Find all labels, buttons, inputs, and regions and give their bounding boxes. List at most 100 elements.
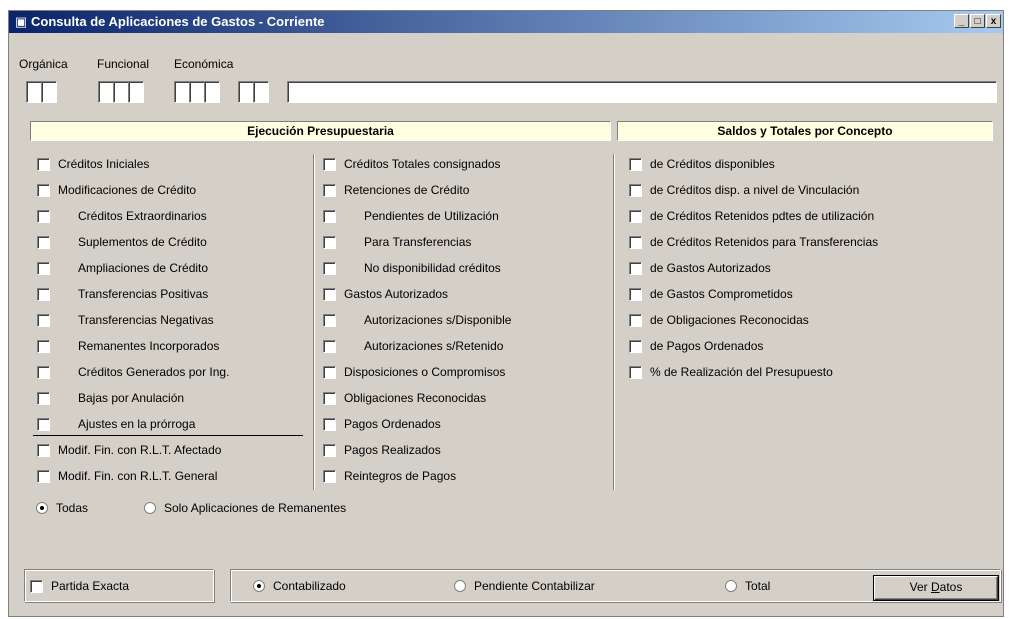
funcional-digit-3[interactable] (128, 81, 144, 103)
checkbox[interactable] (37, 287, 50, 301)
close-button[interactable]: x (986, 14, 1001, 28)
checkbox-row[interactable]: % de Realización del Presupuesto (629, 364, 833, 380)
checkbox[interactable] (629, 313, 642, 327)
checkbox[interactable] (323, 391, 336, 405)
economica-digit-3[interactable] (204, 81, 220, 103)
checkbox[interactable] (37, 183, 50, 197)
checkbox-row[interactable]: Créditos Generados por Ing. (37, 364, 229, 380)
checkbox-row[interactable]: Retenciones de Crédito (323, 182, 469, 198)
radio-contabilizado-circle[interactable] (253, 580, 265, 592)
checkbox-row[interactable]: Modif. Fin. con R.L.T. General (37, 468, 217, 484)
checkbox[interactable] (323, 261, 336, 275)
checkbox-row[interactable]: Autorizaciones s/Disponible (323, 312, 511, 328)
funcional-digit-1[interactable] (98, 81, 114, 103)
ver-datos-button[interactable]: Ver Datos (873, 575, 999, 601)
checkbox[interactable] (629, 157, 642, 171)
checkbox[interactable] (37, 261, 50, 275)
checkbox-row[interactable]: Créditos Totales consignados (323, 156, 501, 172)
checkbox-row[interactable]: Ampliaciones de Crédito (37, 260, 208, 276)
checkbox[interactable] (323, 235, 336, 249)
checkbox[interactable] (629, 339, 642, 353)
checkbox-row[interactable]: Créditos Iniciales (37, 156, 149, 172)
checkbox-row[interactable]: Pendientes de Utilización (323, 208, 499, 224)
radio-todas[interactable]: Todas (36, 500, 88, 516)
checkbox[interactable] (323, 183, 336, 197)
radio-remanentes-circle[interactable] (144, 502, 156, 514)
radio-pendiente-circle[interactable] (454, 580, 466, 592)
checkbox-row[interactable]: Gastos Autorizados (323, 286, 448, 302)
radio-contabilizado[interactable]: Contabilizado (253, 578, 346, 594)
checkbox[interactable] (629, 209, 642, 223)
checkbox-row[interactable]: de Gastos Autorizados (629, 260, 771, 276)
organica-digit-2[interactable] (41, 81, 57, 103)
checkbox[interactable] (323, 469, 336, 483)
checkbox-row[interactable]: Autorizaciones s/Retenido (323, 338, 503, 354)
checkbox[interactable] (37, 443, 50, 457)
checkbox-row[interactable]: Para Transferencias (323, 234, 471, 250)
checkbox[interactable] (37, 417, 50, 431)
checkbox-row[interactable]: Remanentes Incorporados (37, 338, 219, 354)
description-field[interactable] (287, 81, 997, 103)
checkbox-row[interactable]: Disposiciones o Compromisos (323, 364, 505, 380)
checkbox-row[interactable]: de Créditos disp. a nivel de Vinculación (629, 182, 859, 198)
economica-digit-1[interactable] (174, 81, 190, 103)
checkbox-row[interactable]: de Gastos Comprometidos (629, 286, 793, 302)
maximize-button[interactable]: □ (970, 14, 985, 28)
checkbox[interactable] (323, 417, 336, 431)
checkbox[interactable] (37, 339, 50, 353)
economica-sub-digit-1[interactable] (238, 81, 254, 103)
radio-total-circle[interactable] (725, 580, 737, 592)
checkbox-row[interactable]: de Pagos Ordenados (629, 338, 763, 354)
checkbox-row[interactable]: Reintegros de Pagos (323, 468, 456, 484)
checkbox[interactable] (323, 157, 336, 171)
checkbox-row[interactable]: Pagos Ordenados (323, 416, 441, 432)
checkbox-row[interactable]: de Créditos Retenidos para Transferencia… (629, 234, 878, 250)
checkbox-label: Pendientes de Utilización (364, 209, 499, 223)
checkbox-row[interactable]: Modificaciones de Crédito (37, 182, 196, 198)
checkbox[interactable] (323, 339, 336, 353)
economica-digit-2[interactable] (189, 81, 205, 103)
checkbox-row[interactable]: No disponibilidad créditos (323, 260, 501, 276)
checkbox[interactable] (629, 235, 642, 249)
radio-pendiente[interactable]: Pendiente Contabilizar (454, 578, 595, 594)
checkbox[interactable] (323, 209, 336, 223)
funcional-digit-2[interactable] (113, 81, 129, 103)
checkbox[interactable] (629, 261, 642, 275)
checkbox-row[interactable]: Transferencias Negativas (37, 312, 214, 328)
checkbox[interactable] (323, 313, 336, 327)
checkbox-row[interactable]: de Obligaciones Reconocidas (629, 312, 809, 328)
checkbox-row[interactable]: Modif. Fin. con R.L.T. Afectado (37, 442, 221, 458)
checkbox-row[interactable]: Transferencias Positivas (37, 286, 208, 302)
checkbox-row[interactable]: de Créditos Retenidos pdtes de utilizaci… (629, 208, 874, 224)
checkbox[interactable] (629, 287, 642, 301)
checkbox-row[interactable]: Suplementos de Crédito (37, 234, 207, 250)
checkbox-label: de Créditos disponibles (650, 157, 775, 171)
minimize-button[interactable]: _ (954, 14, 969, 28)
checkbox[interactable] (37, 313, 50, 327)
checkbox-row[interactable]: de Créditos disponibles (629, 156, 775, 172)
checkbox[interactable] (37, 469, 50, 483)
checkbox-row[interactable]: Bajas por Anulación (37, 390, 184, 406)
checkbox[interactable] (629, 183, 642, 197)
partida-exacta-box-check[interactable] (30, 579, 43, 593)
checkbox[interactable] (37, 365, 50, 379)
checkbox-row[interactable]: Ajustes en la prórroga (37, 416, 195, 432)
checkbox[interactable] (37, 235, 50, 249)
radio-total[interactable]: Total (725, 578, 770, 594)
checkbox-row[interactable]: Obligaciones Reconocidas (323, 390, 486, 406)
radio-remanentes[interactable]: Solo Aplicaciones de Remanentes (144, 500, 346, 516)
economica-sub-digit-2[interactable] (253, 81, 269, 103)
partida-exacta-checkbox[interactable]: Partida Exacta (30, 578, 129, 594)
checkbox[interactable] (323, 365, 336, 379)
checkbox[interactable] (37, 209, 50, 223)
title-bar[interactable]: ▣ Consulta de Aplicaciones de Gastos - C… (9, 11, 1003, 33)
checkbox[interactable] (37, 391, 50, 405)
checkbox[interactable] (629, 365, 642, 379)
organica-digit-1[interactable] (26, 81, 42, 103)
checkbox[interactable] (37, 157, 50, 171)
checkbox[interactable] (323, 443, 336, 457)
checkbox-row[interactable]: Créditos Extraordinarios (37, 208, 207, 224)
checkbox-row[interactable]: Pagos Realizados (323, 442, 441, 458)
checkbox[interactable] (323, 287, 336, 301)
radio-todas-circle[interactable] (36, 502, 48, 514)
